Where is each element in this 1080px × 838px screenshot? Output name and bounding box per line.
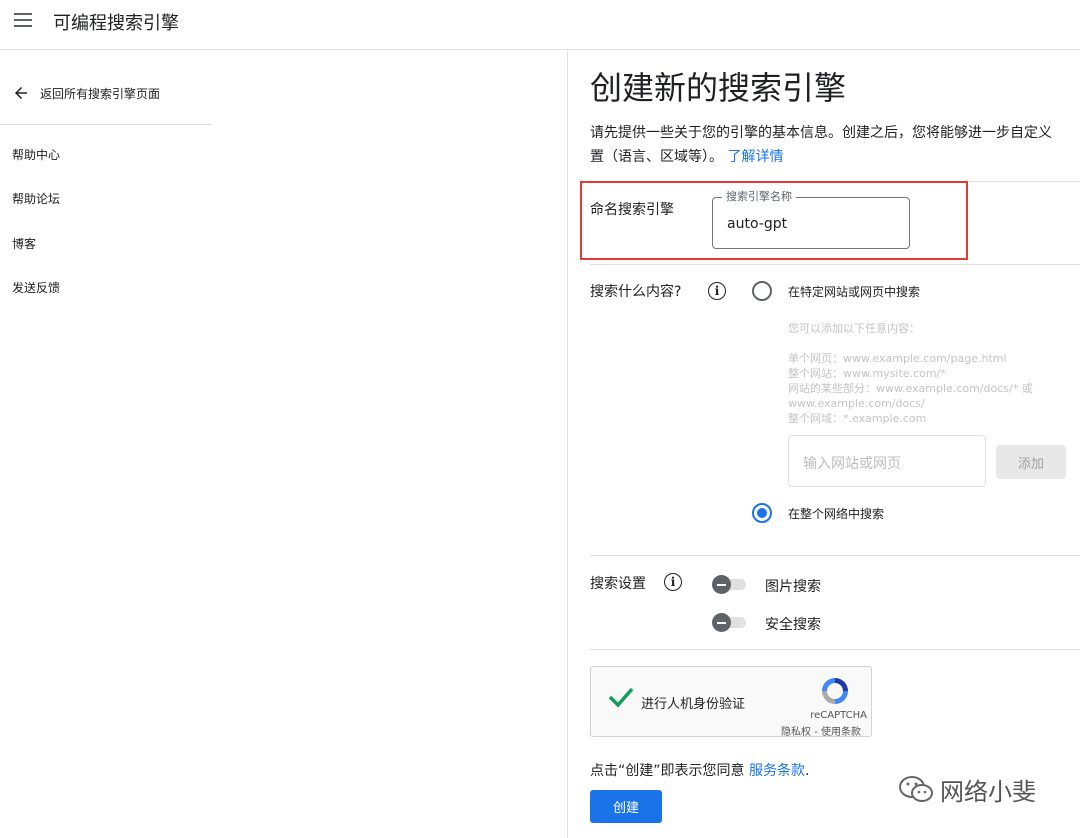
site-url-placeholder: 输入网站或网页 (803, 456, 901, 472)
sidebar-item-help-center[interactable]: 帮助中心 (12, 146, 60, 163)
sidebar-divider (0, 124, 212, 125)
recaptcha-label: 进行人机身份验证 (641, 697, 746, 712)
agreement-period: . (804, 763, 810, 779)
top-bar: 可编程搜索引擎 (0, 0, 1080, 50)
hint-line: 单个网页：www.example.com/page.html (788, 352, 1007, 365)
sidebar: 返回所有搜索引擎页面 帮助中心 帮助论坛 博客 发送反馈 (0, 51, 568, 838)
safe-search-toggle[interactable] (712, 612, 748, 632)
arrow-left-icon (15, 87, 27, 99)
radio-specific-sites-label: 在特定网站或网页中搜索 (788, 285, 921, 299)
engine-name-value: auto-gpt (727, 216, 788, 232)
back-to-engines-link[interactable]: 返回所有搜索引擎页面 (12, 84, 160, 102)
radio-entire-web-label: 在整个网络中搜索 (788, 507, 885, 521)
sidebar-item-feedback[interactable]: 发送反馈 (12, 279, 60, 296)
app-title: 可编程搜索引擎 (53, 13, 179, 34)
engine-name-legend: 搜索引擎名称 (722, 191, 796, 203)
safe-search-label: 安全搜索 (765, 617, 821, 633)
name-section-label: 命名搜索引擎 (590, 202, 674, 218)
page-title: 创建新的搜索引擎 (590, 69, 847, 107)
intro-text: 请先提供一些关于您的引擎的基本信息。创建之后，您将能够进一步自定义 置（语言、区… (590, 121, 1080, 169)
radio-entire-web[interactable] (752, 503, 772, 523)
sidebar-item-blog[interactable]: 博客 (12, 235, 36, 252)
recaptcha-widget[interactable]: 进行人机身份验证 reCAPTCHA 隐私权 - 使用条款 (590, 666, 872, 738)
agreement-prefix: 点击“创建”即表示您同意 (590, 763, 745, 779)
add-site-button[interactable]: 添加 (996, 445, 1066, 479)
intro-line-1: 请先提供一些关于您的引擎的基本信息。创建之后，您将能够进一步自定义 (590, 125, 1052, 141)
radio-specific-sites[interactable] (752, 281, 772, 301)
terms-of-service-link[interactable]: 服务条款 (749, 763, 805, 779)
toggle-off-icon (712, 613, 731, 632)
sidebar-item-help-forum[interactable]: 帮助论坛 (12, 190, 60, 207)
site-url-input[interactable]: 输入网站或网页 (788, 435, 986, 487)
agreement-text: 点击“创建”即表示您同意 服务条款. (590, 760, 809, 780)
divider (590, 264, 1080, 265)
engine-name-field[interactable]: 搜索引擎名称 auto-gpt (712, 191, 910, 249)
recaptcha-brand: reCAPTCHA (810, 710, 867, 721)
divider (590, 555, 1080, 556)
hint-title: 您可以添加以下任意内容： (788, 322, 920, 335)
learn-more-link[interactable]: 了解详情 (727, 149, 783, 165)
recaptcha-terms-link[interactable]: 隐私权 - 使用条款 (781, 723, 861, 738)
wechat-logo-icon (899, 775, 933, 802)
recaptcha-logo-icon (822, 678, 848, 704)
back-link-label: 返回所有搜索引擎页面 (40, 86, 161, 101)
intro-line-2: 置（语言、区域等）。 了解详情 (590, 145, 1080, 169)
info-icon[interactable]: i (708, 282, 726, 300)
hint-line: 网站的某些部分：www.example.com/docs/* 或 (788, 382, 1033, 395)
hint-line: 整个网域：*.example.com (788, 412, 927, 425)
hint-line: 整个网站：www.mysite.com/* (788, 367, 946, 380)
hint-line: www.example.com/docs/ (788, 397, 925, 410)
toggle-off-icon (712, 575, 731, 594)
watermark: 网络小斐 (898, 772, 1036, 807)
watermark-text: 网络小斐 (940, 778, 1036, 806)
create-button[interactable]: 创建 (590, 790, 662, 823)
image-search-toggle[interactable] (712, 574, 748, 594)
divider (590, 649, 1080, 650)
info-icon[interactable]: i (664, 573, 682, 591)
intro-line-2-text: 置（语言、区域等）。 (590, 149, 723, 165)
settings-section-label: 搜索设置 (590, 576, 646, 592)
hamburger-menu-icon[interactable] (14, 13, 32, 27)
content-section-label: 搜索什么内容? (590, 284, 682, 300)
image-search-label: 图片搜索 (765, 579, 821, 595)
checkmark-icon (608, 687, 634, 708)
